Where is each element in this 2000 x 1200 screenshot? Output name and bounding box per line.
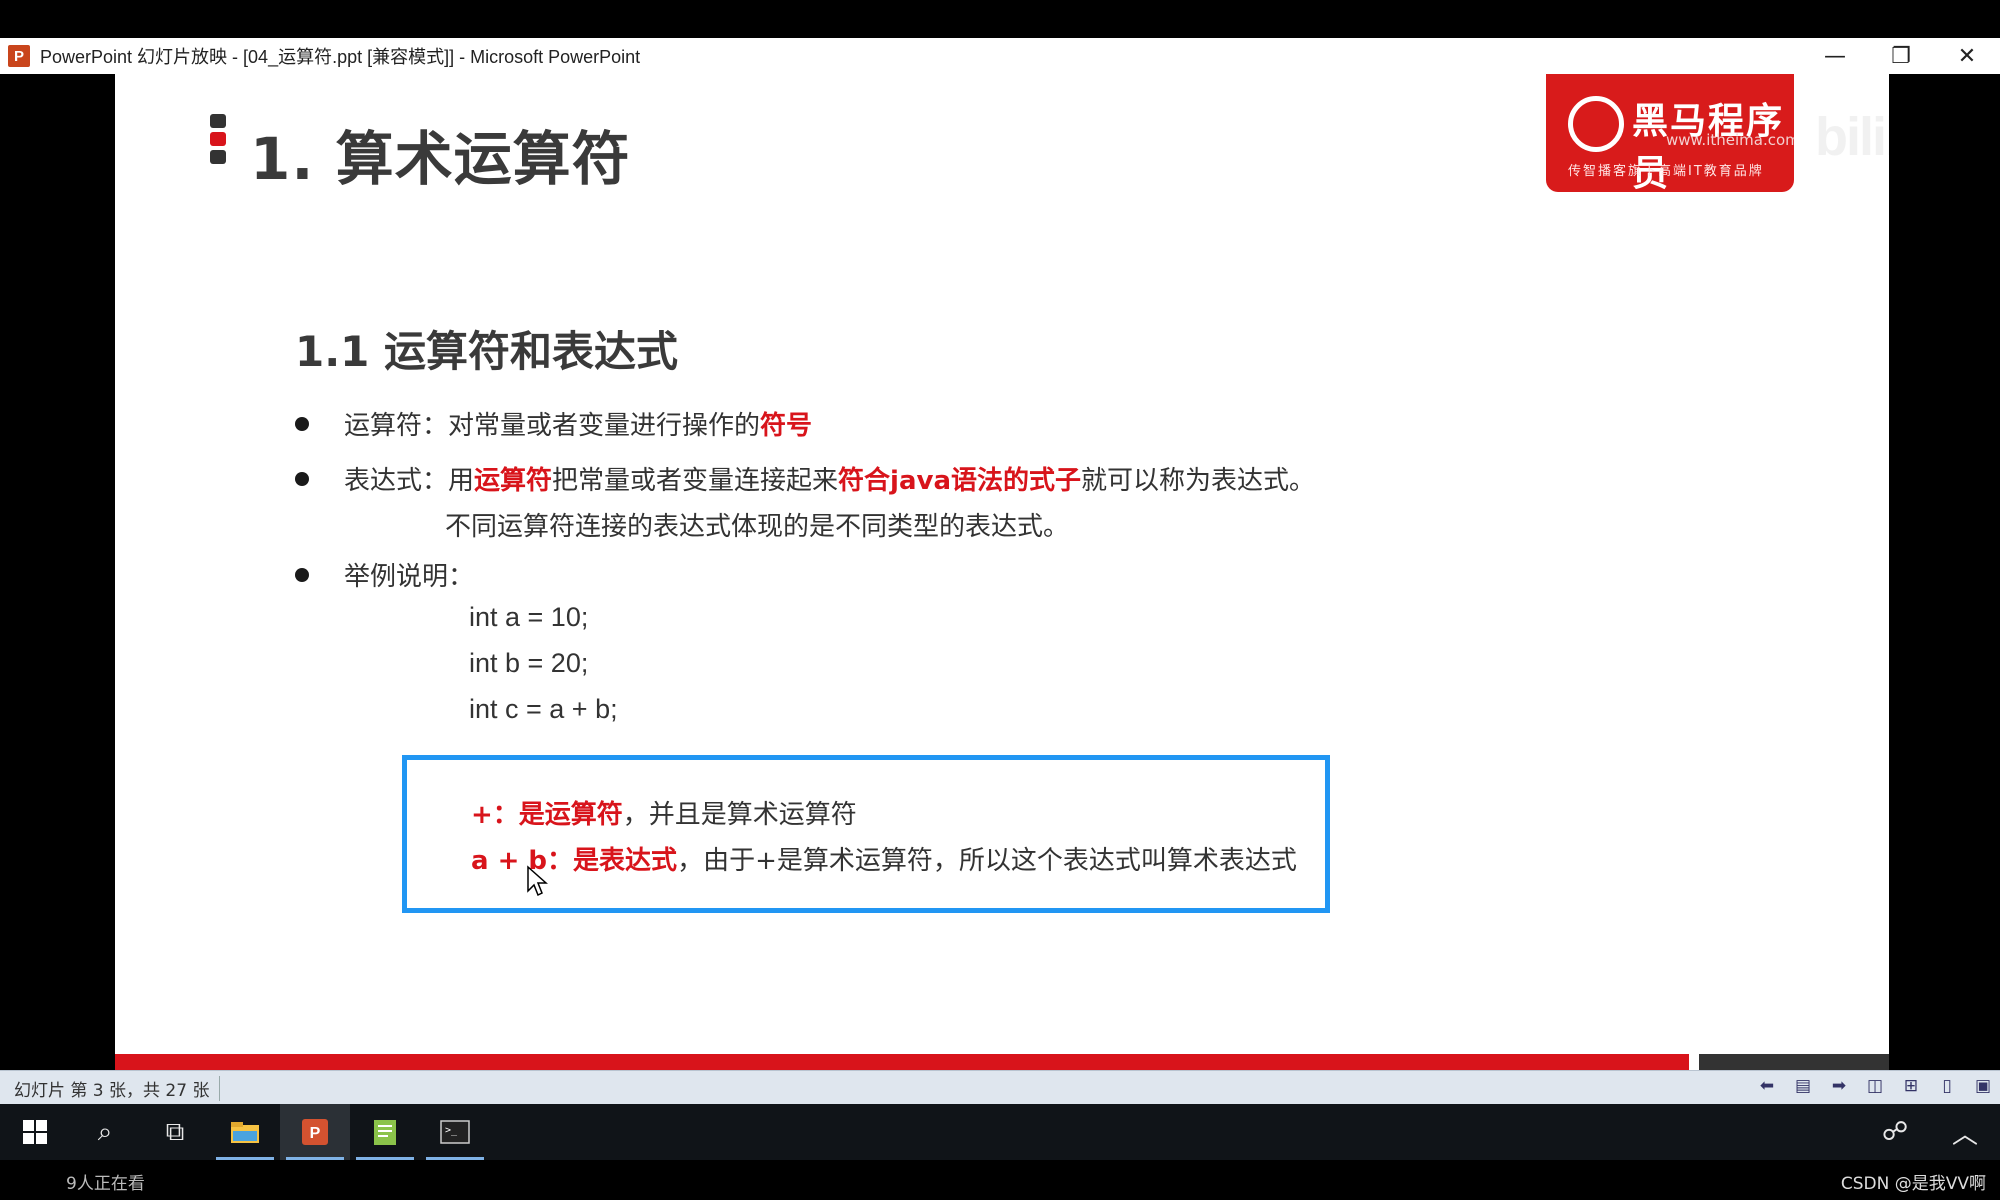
notepad-icon[interactable] xyxy=(350,1104,420,1160)
restore-button[interactable]: ❐ xyxy=(1868,38,1934,74)
bullet-expression-highlight-2: 符合java语法的式子 xyxy=(838,466,1081,496)
slide-counter: 幻灯片 第 3 张，共 27 张 xyxy=(14,1075,221,1101)
bullet-expression: 表达式：用运算符把常量或者变量连接起来符合java语法的式子就可以称为表达式。 xyxy=(344,460,1315,497)
windows-start-icon[interactable] xyxy=(0,1104,70,1160)
video-overlay-strip: 9人正在看 CSDN @是我VV啊 xyxy=(0,1160,2000,1200)
minimize-button[interactable]: — xyxy=(1802,38,1868,74)
slide-canvas[interactable]: 1. 算术运算符 黑马程序员 www.itheima.com 传智播客旗下高端I… xyxy=(115,74,1889,1070)
file-explorer-icon[interactable] xyxy=(210,1104,280,1160)
terminal-icon[interactable]: >_ xyxy=(420,1104,490,1160)
csdn-credit: CSDN @是我VV啊 xyxy=(1840,1174,1986,1194)
bullet-expression-prefix: 表达式：用 xyxy=(344,466,475,496)
logo-emblem-icon xyxy=(1568,96,1624,152)
bilibili-watermark: bilibili xyxy=(1815,107,1889,167)
slide-sorter-icon[interactable]: ⊞ xyxy=(1900,1075,1922,1097)
slide-footer-bar-dark xyxy=(1699,1054,1889,1070)
brand-logo: 黑马程序员 www.itheima.com 传智播客旗下高端IT教育品牌 xyxy=(1546,74,1794,192)
bullet-dot-icon xyxy=(295,472,309,486)
note-line-2: a + b：是表达式，由于+是算术运算符，所以这个表达式叫算术表达式 xyxy=(471,840,1297,877)
bullet-expression-line2: 不同运算符连接的表达式体现的是不同类型的表达式。 xyxy=(445,512,1070,542)
viewer-count: 9人正在看 xyxy=(66,1174,145,1194)
logo-url: www.itheima.com xyxy=(1666,131,1794,149)
window-titlebar: P PowerPoint 幻灯片放映 - [04_运算符.ppt [兼容模式]]… xyxy=(0,38,2000,75)
svg-text:P: P xyxy=(310,1125,321,1142)
note-line-1: +：是运算符，并且是算术运算符 xyxy=(471,794,857,831)
normal-view-icon[interactable]: ◫ xyxy=(1864,1075,1886,1097)
code-line: int a = 10; xyxy=(469,602,589,632)
note-expression-text: ，由于+是算术运算符，所以这个表达式叫算术表达式 xyxy=(677,846,1297,876)
bullet-dot-icon xyxy=(295,417,309,431)
note-expression-label: a + b： xyxy=(471,846,574,876)
heading-marker-icon xyxy=(210,114,228,168)
bullet-operator-text: 运算符：对常量或者变量进行操作的 xyxy=(344,411,761,441)
powerpoint-app-icon: P xyxy=(8,45,30,67)
bullet-expression-highlight-1: 运算符 xyxy=(474,466,553,496)
slide-menu-icon[interactable]: ▤ xyxy=(1792,1075,1814,1097)
mouse-cursor-icon xyxy=(527,865,548,897)
code-line: int c = a + b; xyxy=(469,694,618,724)
slide-heading: 1. 算术运算符 xyxy=(250,125,631,193)
svg-text:>_: >_ xyxy=(445,1125,458,1136)
search-icon[interactable]: ⌕ xyxy=(70,1104,140,1160)
next-slide-icon[interactable]: ➡ xyxy=(1828,1075,1850,1097)
slide-footer-bar xyxy=(115,1054,1689,1070)
note-operator-text: ，并且是算术运算符 xyxy=(622,800,857,830)
windows-taskbar: ⌕ ⧉ P >_ ☍ ︿ xyxy=(0,1104,2000,1160)
status-bar: 幻灯片 第 3 张，共 27 张 ⬅ ▤ ➡ ◫ ⊞ ▯ ▣ xyxy=(0,1070,2000,1105)
previous-slide-icon[interactable]: ⬅ xyxy=(1756,1075,1778,1097)
task-view-icon[interactable]: ⧉ xyxy=(140,1104,210,1160)
bullet-dot-icon xyxy=(295,568,309,582)
reading-view-icon[interactable]: ▯ xyxy=(1936,1075,1958,1097)
bullet-expression-mid: 把常量或者变量连接起来 xyxy=(552,466,839,496)
bullet-operator-highlight: 符号 xyxy=(760,411,813,441)
note-expression-highlight: 是表达式 xyxy=(573,846,678,876)
powerpoint-taskbar-icon[interactable]: P xyxy=(280,1104,350,1160)
close-button[interactable]: ✕ xyxy=(1934,38,2000,74)
window-title: PowerPoint 幻灯片放映 - [04_运算符.ppt [兼容模式]] -… xyxy=(40,47,641,67)
slide-subheading: 1.1 运算符和表达式 xyxy=(295,327,679,376)
slideshow-view-icon[interactable]: ▣ xyxy=(1972,1075,1994,1097)
bullet-operator: 运算符：对常量或者变量进行操作的符号 xyxy=(344,405,812,442)
code-line: int b = 20; xyxy=(469,648,589,678)
chevron-up-icon[interactable]: ︿ xyxy=(1930,1104,2000,1160)
bullet-example-label: 举例说明： xyxy=(344,562,475,592)
note-operator-highlight: +：是运算符 xyxy=(471,800,623,830)
people-icon[interactable]: ☍ xyxy=(1860,1104,1930,1160)
logo-tagline: 传智播客旗下高端IT教育品牌 xyxy=(1568,164,1764,179)
bullet-expression-suffix: 就可以称为表达式。 xyxy=(1081,466,1316,496)
